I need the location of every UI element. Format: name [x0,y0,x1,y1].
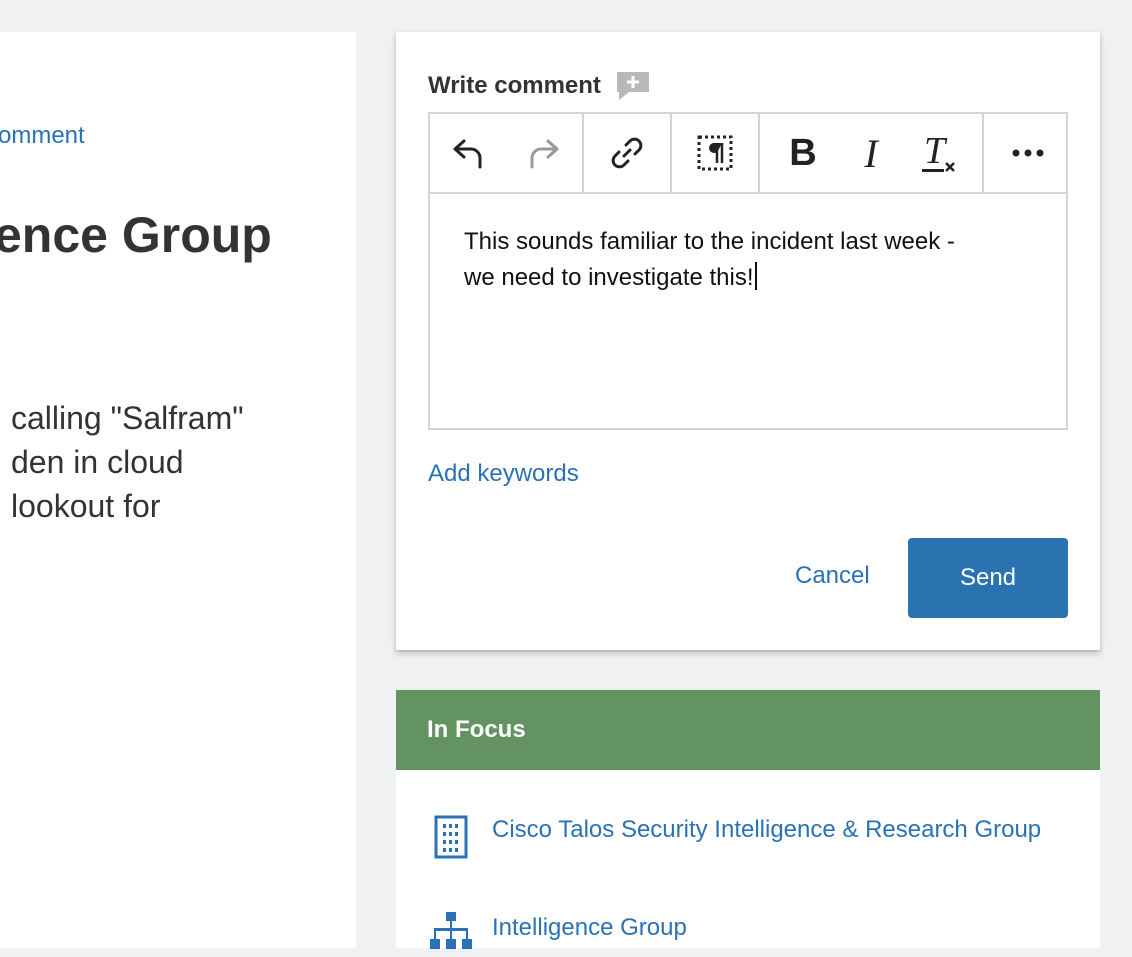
editor-toolbar: B I T [430,114,1066,194]
comment-textarea[interactable]: This sounds familiar to the incident las… [464,224,1024,296]
comment-editor[interactable]: B I T This sounds familiar to the incide… [428,112,1068,430]
article-body-line: calling "Salfram" [11,400,244,436]
in-focus-header: In Focus [396,690,1100,770]
remove-format-button[interactable]: T [896,114,982,192]
italic-icon: I [864,130,878,176]
show-blocks-icon [697,135,733,171]
in-focus-panel: In Focus Cisco Talos Security Intelligen… [396,690,1100,949]
comment-text-line-2: we need to investigate this! [464,260,1024,296]
article-title: ence Group [0,207,272,263]
more-group [984,114,1072,192]
history-group [430,114,584,192]
focus-item[interactable]: Cisco Talos Security Intelligence & Rese… [428,814,1052,867]
bold-button[interactable]: B [760,114,846,192]
show-blocks-button[interactable] [672,114,758,192]
send-button[interactable]: Send [908,538,1068,618]
redo-icon [530,139,559,169]
in-focus-title: In Focus [427,716,526,743]
comment-label: Write comment [428,72,601,99]
more-button[interactable] [984,114,1072,192]
undo-icon [453,139,482,169]
bold-icon: B [789,131,817,174]
focus-item-link[interactable]: Intelligence Group [492,912,1052,957]
redo-button[interactable] [506,114,582,192]
comment-link[interactable]: omment [0,122,85,150]
italic-button[interactable]: I [846,114,896,192]
text-caret [754,262,757,290]
comment-text-line: This sounds familiar to the incident las… [464,228,955,255]
article-body-line: den in cloud [11,444,184,480]
add-keywords-link[interactable]: Add keywords [428,460,579,488]
link-button[interactable] [584,114,670,192]
building-icon [428,814,476,867]
cancel-button[interactable]: Cancel [795,562,870,590]
org-chart-icon [428,912,476,957]
remove-format-icon: T [922,130,956,173]
comment-card: Write comment B I T This sounds familiar… [396,32,1100,650]
article-body-line: lookout for [11,488,161,524]
undo-button[interactable] [430,114,506,192]
comment-header: Write comment [428,68,651,104]
more-icon [1012,149,1044,157]
article-body: calling "Salfram" den in cloud lookout f… [11,396,244,528]
link-icon [611,137,643,169]
format-group: B I T [760,114,984,192]
article-panel: omment ence Group calling "Salfram" den … [0,32,356,948]
focus-item[interactable]: Intelligence Group [428,912,1052,957]
add-comment-icon[interactable] [615,68,651,104]
link-group [584,114,672,192]
blocks-group [672,114,760,192]
focus-item-link[interactable]: Cisco Talos Security Intelligence & Rese… [492,814,1052,867]
